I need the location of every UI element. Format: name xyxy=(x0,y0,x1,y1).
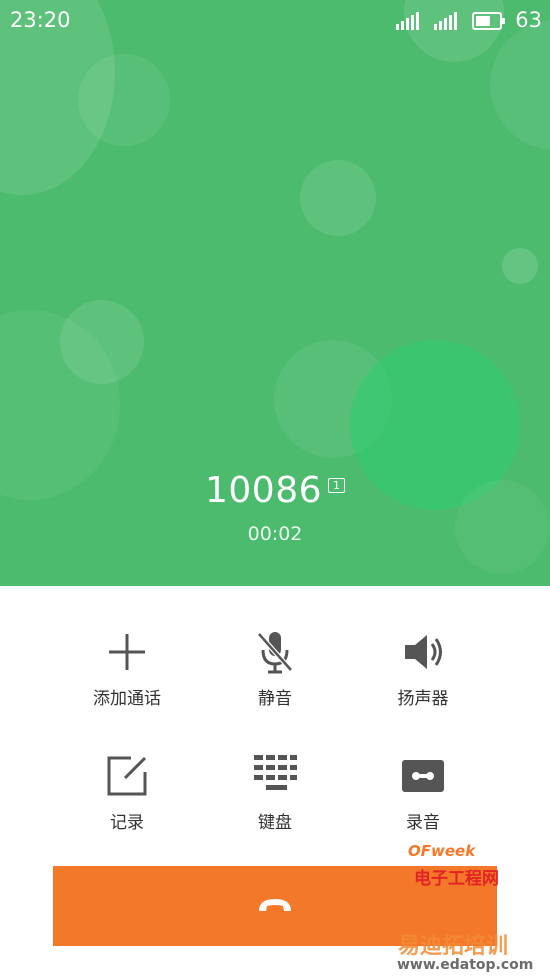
note-label: 记录 xyxy=(110,813,144,833)
note-button[interactable]: 记录 xyxy=(57,752,197,833)
mute-mic-icon xyxy=(257,632,293,674)
record-label: 录音 xyxy=(406,813,440,833)
status-bar: 23:20 63 xyxy=(0,0,550,40)
record-button[interactable]: 录音 xyxy=(353,752,493,833)
bokeh-circle xyxy=(502,248,538,284)
watermark-overlay: 易迪拓培训 xyxy=(398,934,509,959)
battery-level: 63 xyxy=(515,8,542,32)
phone-number: 10086 xyxy=(204,470,323,511)
dialpad-icon xyxy=(254,755,297,790)
mute-button[interactable]: 静音 xyxy=(205,628,345,709)
battery-fill xyxy=(476,16,490,26)
dialpad-button[interactable]: 键盘 xyxy=(205,752,345,833)
status-time: 23:20 xyxy=(10,8,71,32)
bokeh-circle xyxy=(300,160,376,236)
bokeh-circle xyxy=(78,54,170,146)
signal-icon xyxy=(396,12,419,30)
watermark-site-name: 电子工程网 xyxy=(414,869,499,889)
watermark-url: www.edatop.com xyxy=(397,957,534,973)
mute-label: 静音 xyxy=(258,689,292,709)
note-edit-icon xyxy=(107,756,147,796)
caller-info: 10086 1 xyxy=(0,470,550,511)
dialpad-label: 键盘 xyxy=(258,813,292,833)
add-call-icon xyxy=(109,634,145,670)
speaker-button[interactable]: 扬声器 xyxy=(353,628,493,709)
sim-badge: 1 xyxy=(328,478,346,493)
recorder-icon xyxy=(402,760,444,792)
add-call-button[interactable]: 添加通话 xyxy=(57,628,197,709)
signal-icon xyxy=(434,12,457,30)
battery-icon xyxy=(472,12,505,30)
add-call-label: 添加通话 xyxy=(93,689,161,709)
bokeh-circle xyxy=(60,300,144,384)
watermark-brand: OFweek xyxy=(408,842,476,860)
speaker-icon xyxy=(405,635,442,669)
call-controls: 添加通话 静音 扬声器 记录 键盘 录音 xyxy=(0,586,550,866)
speaker-label: 扬声器 xyxy=(397,689,449,709)
call-duration: 00:02 xyxy=(247,523,303,545)
end-call-icon xyxy=(259,899,291,911)
